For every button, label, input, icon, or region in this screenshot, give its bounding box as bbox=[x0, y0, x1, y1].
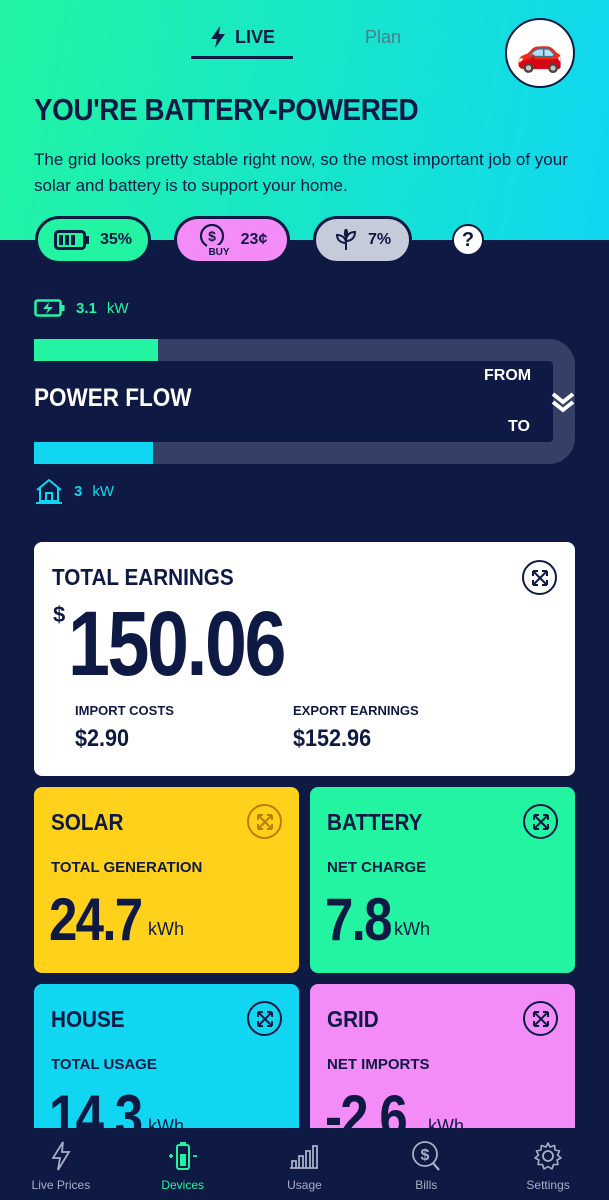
leaf-icon bbox=[335, 229, 356, 250]
nav-bills[interactable]: $ Bills bbox=[371, 1140, 481, 1192]
flow-destination-readout: 3 kW bbox=[34, 477, 114, 505]
buy-price: 23¢ bbox=[240, 231, 268, 248]
dollar-search-icon: $ bbox=[412, 1141, 441, 1171]
expand-house-button[interactable] bbox=[247, 1001, 282, 1036]
bar-chart-icon bbox=[290, 1145, 319, 1169]
dollar-buy-icon: $ BUY bbox=[199, 223, 231, 257]
nav-usage-label: Usage bbox=[287, 1178, 322, 1192]
view-tabs: LIVE Plan 🚗 bbox=[0, 14, 609, 88]
solar-title: SOLAR bbox=[51, 809, 124, 835]
flow-from-label: FROM bbox=[484, 367, 532, 384]
earnings-amount: 150.06 bbox=[68, 593, 286, 695]
solar-card[interactable]: SOLAR TOTAL GENERATION 24.7 kWh bbox=[34, 787, 299, 973]
grid-stat-label: NET IMPORTS bbox=[327, 1056, 430, 1073]
export-earnings-label: EXPORT EARNINGS bbox=[293, 703, 419, 718]
page-title: YOU'RE BATTERY-POWERED bbox=[34, 92, 419, 127]
nav-live-prices[interactable]: Live Prices bbox=[6, 1140, 116, 1192]
expand-battery-button[interactable] bbox=[523, 804, 558, 839]
house-card[interactable]: HOUSE TOTAL USAGE 14.3 kWh bbox=[34, 984, 299, 1144]
flow-source-readout: 3.1 kW bbox=[34, 298, 129, 318]
battery-stat-value: 7.8 bbox=[325, 886, 393, 953]
expand-grid-button[interactable] bbox=[523, 1001, 558, 1036]
power-flow-title: POWER FLOW bbox=[34, 384, 192, 412]
buy-price-pill[interactable]: $ BUY 23¢ bbox=[174, 216, 290, 264]
expand-icon bbox=[531, 569, 548, 586]
tab-live-label: LIVE bbox=[234, 26, 275, 47]
battery-title: BATTERY bbox=[327, 809, 423, 835]
import-costs-value: $2.90 bbox=[75, 725, 130, 752]
renewables-pill[interactable]: 7% bbox=[313, 216, 412, 264]
renewables-percent: 7% bbox=[367, 231, 392, 248]
solar-stat-value: 24.7 bbox=[49, 886, 143, 953]
house-icon bbox=[36, 478, 62, 504]
export-earnings-value: $152.96 bbox=[293, 725, 372, 752]
avatar[interactable]: 🚗 bbox=[505, 18, 575, 88]
house-stat-label: TOTAL USAGE bbox=[51, 1056, 157, 1073]
battery-charging-icon bbox=[34, 299, 65, 317]
expand-icon bbox=[256, 813, 273, 830]
grid-card[interactable]: GRID NET IMPORTS -2.6 kWh bbox=[310, 984, 575, 1144]
earnings-currency: $ bbox=[53, 602, 66, 627]
nav-settings-label: Settings bbox=[526, 1178, 570, 1192]
battery-percent: 35% bbox=[99, 231, 133, 248]
battery-stat-label: NET CHARGE bbox=[327, 859, 427, 876]
tab-plan[interactable]: Plan bbox=[345, 18, 421, 56]
nav-devices-label: Devices bbox=[161, 1178, 205, 1192]
buy-label: BUY bbox=[208, 247, 229, 257]
flow-from-bar bbox=[34, 339, 158, 361]
battery-stat-unit: kWh bbox=[394, 919, 430, 939]
car-icon: 🚗 bbox=[516, 32, 564, 74]
solar-stat-unit: kWh bbox=[148, 919, 184, 939]
expand-solar-button[interactable] bbox=[247, 804, 282, 839]
flow-to-value: 3 bbox=[74, 482, 83, 500]
flow-from-unit: kW bbox=[106, 299, 129, 317]
flow-to-unit: kW bbox=[92, 482, 115, 500]
flow-from-value: 3.1 bbox=[76, 299, 97, 317]
nav-bills-label: Bills bbox=[415, 1178, 438, 1192]
svg-text:$: $ bbox=[421, 1147, 430, 1164]
expand-icon bbox=[532, 813, 549, 830]
bottom-nav: Live Prices Devices Usage $ Bills Settin… bbox=[0, 1128, 609, 1200]
solar-stat-label: TOTAL GENERATION bbox=[51, 859, 203, 876]
house-title: HOUSE bbox=[51, 1006, 125, 1032]
battery-device-icon bbox=[168, 1142, 197, 1170]
nav-settings[interactable]: Settings bbox=[493, 1140, 603, 1192]
lightning-icon bbox=[210, 26, 225, 48]
earnings-title: TOTAL EARNINGS bbox=[52, 564, 234, 590]
flow-to-bar bbox=[34, 442, 153, 464]
expand-earnings-button[interactable] bbox=[522, 560, 557, 595]
nav-usage[interactable]: Usage bbox=[249, 1140, 359, 1192]
expand-icon bbox=[256, 1010, 273, 1027]
battery-level-pill[interactable]: 35% bbox=[35, 216, 151, 264]
battery-card[interactable]: BATTERY NET CHARGE 7.8 kWh bbox=[310, 787, 575, 973]
lightning-icon bbox=[51, 1141, 71, 1171]
total-earnings-card[interactable]: TOTAL EARNINGS $ 150.06 IMPORT COSTS $2.… bbox=[34, 542, 575, 776]
grid-title: GRID bbox=[327, 1006, 379, 1032]
expand-icon bbox=[532, 1010, 549, 1027]
status-description: The grid looks pretty stable right now, … bbox=[34, 150, 568, 195]
import-costs-label: IMPORT COSTS bbox=[75, 703, 174, 718]
nav-devices[interactable]: Devices bbox=[128, 1140, 238, 1192]
chevron-down-icon[interactable] bbox=[551, 391, 575, 413]
nav-live-prices-label: Live Prices bbox=[31, 1178, 91, 1192]
flow-to-label: TO bbox=[508, 418, 530, 435]
tab-live-underline bbox=[191, 56, 293, 59]
help-button[interactable]: ? bbox=[452, 224, 484, 256]
svg-text:$: $ bbox=[208, 228, 216, 244]
tab-live[interactable]: LIVE bbox=[191, 18, 293, 56]
gear-icon bbox=[534, 1142, 562, 1170]
battery-icon bbox=[53, 230, 89, 250]
